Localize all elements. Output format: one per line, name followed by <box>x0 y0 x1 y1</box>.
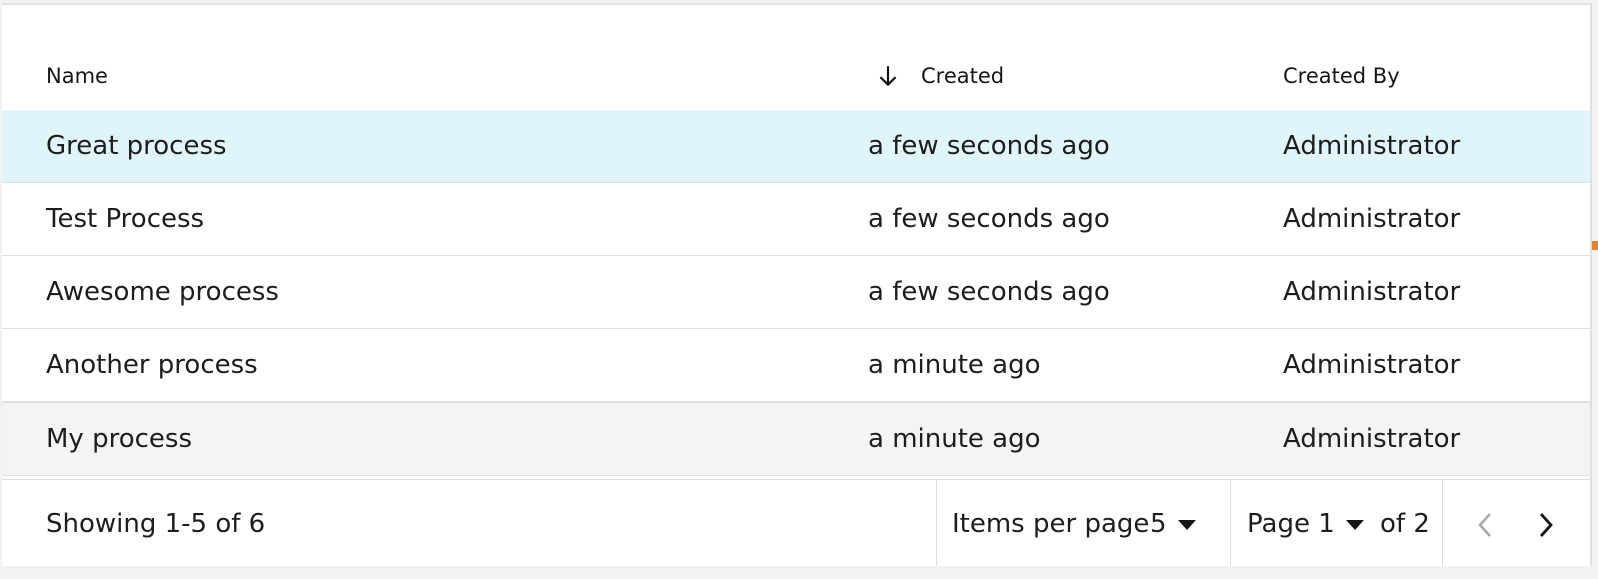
cell-created: a minute ago <box>868 350 1041 380</box>
cell-created-by: Administrator <box>1283 424 1461 454</box>
table-row[interactable]: Great process a few seconds ago Administ… <box>2 110 1590 183</box>
chevron-right-icon <box>1539 513 1553 537</box>
chevron-left-icon <box>1478 513 1491 537</box>
cell-created-by: Administrator <box>1283 277 1461 307</box>
arrow-down-icon <box>879 66 897 87</box>
column-header-created[interactable]: Created <box>875 62 1004 90</box>
bottom-strip <box>0 566 1598 579</box>
cell-created-by: Administrator <box>1283 350 1461 380</box>
cell-created: a minute ago <box>868 424 1041 454</box>
column-header-created-by[interactable]: Created By <box>1283 62 1400 90</box>
table-row[interactable]: My process a minute ago Administrator <box>2 402 1590 476</box>
pagination-divider <box>1442 480 1443 569</box>
cell-name: Awesome process <box>46 277 279 307</box>
table-row[interactable]: Test Process a few seconds ago Administr… <box>2 183 1590 256</box>
data-table: Name Created Created By Great process a … <box>2 3 1592 569</box>
scroll-indicator <box>1592 241 1598 250</box>
pagination-divider <box>936 480 937 569</box>
next-page-button[interactable] <box>1522 502 1568 548</box>
caret-down-icon <box>1345 519 1364 530</box>
page-select[interactable]: Page 1 <box>1247 480 1365 569</box>
column-header-created-label: Created <box>921 64 1005 88</box>
table-row[interactable]: Awesome process a few seconds ago Admini… <box>2 256 1590 329</box>
column-header-name[interactable]: Name <box>46 62 108 90</box>
items-per-page-select[interactable]: 5 <box>1150 480 1197 569</box>
cell-name: Test Process <box>46 204 205 234</box>
column-header-created-by-label: Created By <box>1283 64 1400 88</box>
cell-name: Great process <box>46 131 227 161</box>
caret-down-icon <box>1177 519 1196 530</box>
items-per-page-label: Items per page <box>952 509 1150 539</box>
cell-created: a few seconds ago <box>868 131 1110 161</box>
total-pages-text: of 2 <box>1380 509 1430 539</box>
table-header: Name Created Created By <box>2 7 1590 112</box>
items-per-page-value: 5 <box>1150 509 1167 539</box>
cell-name: Another process <box>46 350 258 380</box>
previous-page-button[interactable] <box>1463 502 1509 548</box>
cell-created: a few seconds ago <box>868 277 1110 307</box>
pagination-divider <box>1230 480 1231 569</box>
cell-name: My process <box>46 424 192 454</box>
cell-created-by: Administrator <box>1283 131 1461 161</box>
cell-created-by: Administrator <box>1283 204 1461 234</box>
pagination-range-text: Showing 1-5 of 6 <box>46 509 266 539</box>
table-row[interactable]: Another process a minute ago Administrat… <box>2 329 1590 402</box>
cell-created: a few seconds ago <box>868 204 1110 234</box>
page-select-value: Page 1 <box>1247 509 1335 539</box>
column-header-name-label: Name <box>46 64 108 88</box>
pagination-bar: Showing 1-5 of 6 Items per page 5 Page 1… <box>2 479 1590 569</box>
